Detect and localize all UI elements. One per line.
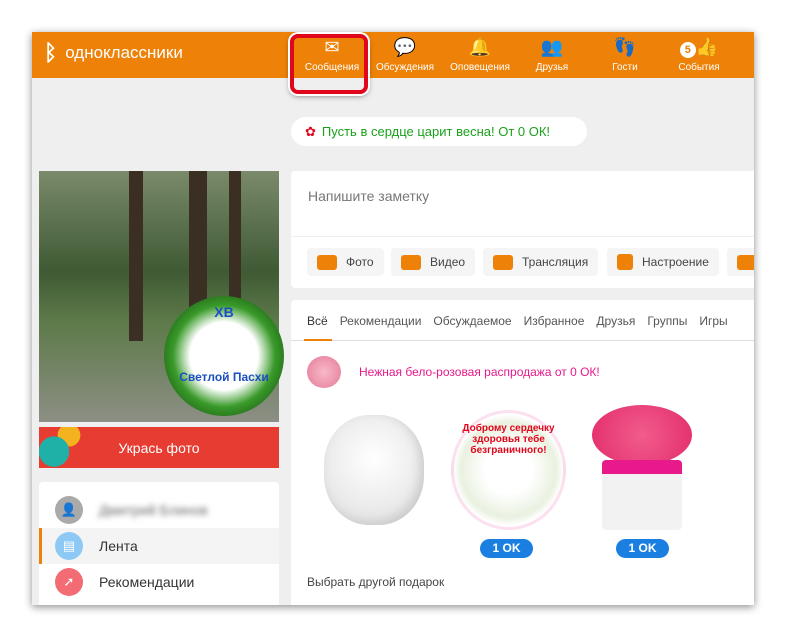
profile-photo[interactable]: ХВ Светлой Пасхи [39,171,284,422]
feed-tabs: Всё Рекомендации Обсуждаемое Избранное Д… [291,300,754,341]
more-action-button[interactable] [727,248,754,276]
compass-icon: ➚ [55,568,83,596]
smiley-icon [617,254,633,270]
broadcast-icon [493,254,513,270]
nav-friends[interactable]: 👥 Друзья [512,32,592,78]
ok-logo-icon: ᛒ [44,40,58,65]
tulips-image [592,405,692,465]
gift-kind-heart[interactable]: Доброму сердечку здоровья тебе безгранич… [441,405,571,535]
gift-teddy-bear[interactable] [309,405,439,535]
events-like-icon: 5 👍 [659,32,739,58]
camera-icon [317,254,337,270]
note-input[interactable]: Напишите заметку [308,188,429,204]
nav-discussions[interactable]: 💬 Обсуждения [365,32,445,78]
events-badge: 5 [679,42,696,58]
app-window: ᛒ одноклассники ✉ Сообщения 💬 Обсуждения 🔔 О… [32,32,754,605]
tree [129,171,143,341]
tab-discussed[interactable]: Обсуждаемое [430,300,520,340]
tab-all[interactable]: Всё [304,300,337,341]
mood-button[interactable]: Настроение [607,248,719,276]
sale-banner[interactable]: Нежная бело-розовая распродажа от 0 ОК! [307,356,600,388]
nav-notifications[interactable]: 🔔 Оповещения [440,32,520,78]
logo[interactable]: ᛒ одноклассники [44,40,183,66]
broadcast-button[interactable]: Трансляция [483,248,599,276]
nav-guests[interactable]: 👣 Гости [585,32,665,78]
gift-price-button[interactable]: 1 OK [480,539,533,558]
top-header: ᛒ одноклассники ✉ Сообщения 💬 Обсуждения 🔔 О… [32,32,754,78]
flower-icon: ✿ [305,123,316,139]
teddy-bear-image [324,415,424,525]
gift-price-button[interactable]: 1 OK [616,539,669,558]
video-camera-icon [401,254,421,270]
note-composer: Напишите заметку Фото Видео Трансляция Н… [291,171,754,288]
video-button[interactable]: Видео [391,248,476,276]
tab-groups[interactable]: Группы [644,300,696,340]
feed-icon: ▤ [55,532,83,560]
poll-icon [737,254,754,270]
gift-box [602,460,682,530]
decorate-photo-button[interactable]: Укрась фото [39,427,279,468]
nav-events[interactable]: 5 👍 События [659,32,739,78]
photo-button[interactable]: Фото [307,248,384,276]
easter-sticker: ХВ Светлой Пасхи [164,296,284,416]
tab-games[interactable]: Игры [696,300,736,340]
promo-banner[interactable]: ✿ Пусть в сердце царит весна! От 0 ОК! [291,117,587,146]
footprints-icon: 👣 [613,37,637,57]
menu-item-profile[interactable]: 👤 Дмитрий Блинов [39,492,279,528]
feed: Всё Рекомендации Обсуждаемое Избранное Д… [291,300,754,605]
user-icon: 👤 [55,496,83,524]
chat-bubbles-icon: 💬 [393,37,417,57]
highlight-frame [290,34,368,94]
tab-friends[interactable]: Друзья [593,300,644,340]
menu-item-feed[interactable]: ▤ Лента [39,528,279,564]
choose-other-gift-link[interactable]: Выбрать другой подарок [307,575,444,589]
menu-item-recommendations[interactable]: ➚ Рекомендации [39,564,279,600]
tab-favorites[interactable]: Избранное [521,300,594,340]
divider [291,236,754,237]
friends-icon: 👥 [540,37,564,57]
bell-icon: 🔔 [468,37,492,57]
tab-recommendations[interactable]: Рекомендации [337,300,431,340]
rose-icon [307,356,341,388]
left-menu: 👤 Дмитрий Блинов ▤ Лента ➚ Рекомендации [39,482,279,605]
gift-tulips[interactable] [577,405,707,535]
